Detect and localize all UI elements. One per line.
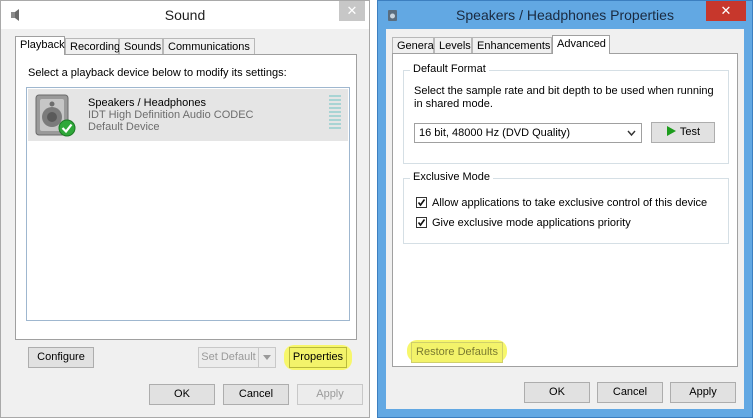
properties-tab-strip: General Levels Enhancements Advanced [392,35,732,54]
allow-exclusive-label[interactable]: Allow applications to take exclusive con… [432,197,707,209]
tab-advanced[interactable]: Advanced [552,35,610,54]
sound-tab-strip: Playback Recording Sounds Communications [15,36,355,55]
properties-ok-button[interactable]: OK [524,382,590,403]
format-select[interactable]: 16 bit, 48000 Hz (DVD Quality) [414,123,642,143]
properties-titlebar[interactable]: Speakers / Headphones Properties ✕ [378,1,752,29]
device-list[interactable]: Speakers / Headphones IDT High Definitio… [26,87,350,321]
properties-client: General Levels Enhancements Advanced Def… [386,29,744,409]
volume-meter [329,95,341,131]
playback-instruction: Select a playback device below to modify… [28,67,287,79]
set-default-dropdown[interactable] [258,347,276,368]
properties-close-button[interactable]: ✕ [706,1,746,21]
properties-button[interactable]: Properties [289,347,347,368]
default-format-description: Select the sample rate and bit depth to … [414,85,714,110]
allow-exclusive-checkbox[interactable] [416,197,427,208]
device-name: Speakers / Headphones [88,97,207,109]
tab-levels[interactable]: Levels [434,37,472,53]
sound-window-title: Sound [164,7,206,23]
tab-sounds[interactable]: Sounds [119,38,163,54]
sound-apply-button[interactable]: Apply [297,384,363,405]
tab-communications[interactable]: Communications [163,38,255,54]
checkmark-icon [417,199,426,207]
exclusive-mode-group: Exclusive Mode Allow applications to tak… [403,171,729,244]
default-format-group: Default Format Select the sample rate an… [403,63,729,164]
configure-button[interactable]: Configure [28,347,94,368]
tab-general[interactable]: General [392,37,436,53]
sound-window: Sound ✕ Playback Recording Sounds Commun… [0,0,370,418]
sound-titlebar[interactable]: Sound ✕ [1,1,369,29]
test-button[interactable]: Test [651,122,715,143]
device-driver: IDT High Definition Audio CODEC [88,109,254,121]
default-check-icon [58,119,76,137]
play-icon [666,126,676,136]
default-format-title: Default Format [410,63,489,75]
exclusive-priority-checkbox[interactable] [416,217,427,228]
device-status: Default Device [88,121,160,133]
properties-apply-button[interactable]: Apply [670,382,736,403]
exclusive-priority-label[interactable]: Give exclusive mode applications priorit… [432,217,631,229]
playback-panel: Select a playback device below to modify… [15,54,357,370]
chevron-down-icon [627,130,636,137]
properties-cancel-button[interactable]: Cancel [597,382,663,403]
sound-cancel-button[interactable]: Cancel [223,384,289,405]
tab-recording[interactable]: Recording [65,38,120,54]
chevron-down-icon [263,355,271,360]
properties-window-title: Speakers / Headphones Properties [456,7,674,23]
set-default-button[interactable]: Set Default [198,347,258,368]
advanced-panel: Default Format Select the sample rate an… [392,53,738,367]
exclusive-mode-title: Exclusive Mode [410,171,494,183]
format-selected-value: 16 bit, 48000 Hz (DVD Quality) [419,127,571,139]
test-button-label: Test [679,126,701,138]
checkmark-icon [417,219,426,227]
properties-window: Speakers / Headphones Properties ✕ Gener… [377,0,753,418]
sound-close-button[interactable]: ✕ [339,1,365,21]
device-row-speakers[interactable]: Speakers / Headphones IDT High Definitio… [28,89,348,141]
restore-defaults-button[interactable]: Restore Defaults [411,342,503,363]
sound-ok-button[interactable]: OK [149,384,215,405]
tab-enhancements[interactable]: Enhancements [472,37,552,53]
tab-playback[interactable]: Playback [15,36,65,55]
